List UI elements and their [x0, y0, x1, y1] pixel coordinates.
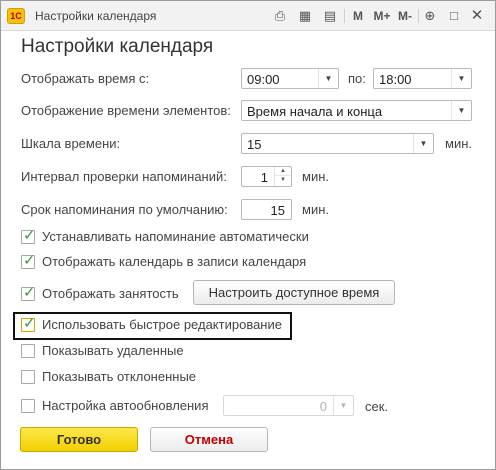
check-icon: ✓ — [23, 284, 36, 301]
page-title: Настройки календаря — [21, 36, 214, 57]
element-time-label: Отображение времени элементов: — [21, 103, 231, 118]
checkbox[interactable] — [21, 399, 35, 413]
checkbox[interactable]: ✓ — [21, 284, 36, 301]
print-icon[interactable]: ⎙ — [271, 7, 289, 25]
time-to-label: по: — [348, 71, 366, 86]
checkbox[interactable]: ✓ — [21, 227, 36, 244]
configure-available-time-button[interactable]: Настроить доступное время — [193, 280, 395, 305]
reminder-interval-stepper[interactable]: 1 ▲ ▼ — [241, 166, 292, 187]
ok-button[interactable]: Готово — [20, 427, 138, 452]
chevron-down-icon[interactable]: ▼ — [333, 396, 353, 415]
time-scale-unit: мин. — [445, 136, 472, 151]
check-icon: ✓ — [23, 227, 36, 244]
memory-plus-button[interactable]: M+ — [371, 7, 393, 25]
memory-minus-button[interactable]: M- — [395, 7, 415, 25]
cancel-button[interactable]: Отмена — [150, 427, 268, 452]
table-icon[interactable]: ▦ — [296, 7, 314, 25]
check-icon: ✓ — [23, 252, 36, 269]
checkbox-label: Показывать отклоненные — [42, 369, 197, 384]
check-icon: ✓ — [23, 315, 36, 332]
reminder-default-label: Срок напоминания по умолчанию: — [21, 202, 228, 217]
chevron-down-icon[interactable]: ▼ — [451, 101, 471, 120]
reminder-default-field[interactable]: 15 — [241, 199, 292, 220]
show-time-label: Отображать время с: — [21, 71, 150, 86]
time-to-select[interactable]: 18:00 ▼ — [373, 68, 472, 89]
maximize-icon[interactable]: □ — [445, 7, 463, 25]
time-scale-label: Шкала времени: — [21, 136, 121, 151]
zoom-icon[interactable]: ⊕ — [421, 7, 439, 25]
element-time-value: Время начала и конца — [247, 104, 383, 119]
app-logo-icon: 1С — [7, 8, 25, 24]
reminder-interval-label: Интервал проверки напоминаний: — [21, 169, 227, 184]
time-to-value: 18:00 — [379, 72, 412, 87]
spin-control[interactable]: ▲ ▼ — [274, 167, 291, 186]
checkbox[interactable] — [21, 344, 35, 358]
reminder-default-value: 15 — [270, 203, 285, 218]
spin-up-icon[interactable]: ▲ — [275, 167, 291, 176]
auto-update-interval-select[interactable]: 0 ▼ — [223, 395, 354, 416]
checkbox-label: Отображать календарь в записи календаря — [42, 254, 307, 269]
time-scale-value: 15 — [247, 137, 262, 152]
title-bar: 1С Настройки календаря ⎙ ▦ ▤ M M+ M- ⊕ □… — [1, 1, 495, 31]
reminder-interval-unit: мин. — [302, 169, 329, 184]
toolbar-divider — [344, 9, 345, 23]
element-time-select[interactable]: Время начала и конца ▼ — [241, 100, 472, 121]
memory-button[interactable]: M — [349, 7, 367, 25]
settings-window: 1С Настройки календаря ⎙ ▦ ▤ M M+ M- ⊕ □… — [0, 0, 496, 470]
checkbox-label: Использовать быстрое редактирование — [42, 317, 282, 332]
window-title: Настройки календаря — [35, 9, 157, 23]
checkbox[interactable]: ✓ — [21, 252, 36, 269]
checkbox-label: Настройка автообновления — [42, 398, 209, 413]
reminder-default-unit: мин. — [302, 202, 329, 217]
chevron-down-icon[interactable]: ▼ — [451, 69, 471, 88]
calendar-icon[interactable]: ▤ — [321, 7, 339, 25]
auto-update-value: 0 — [319, 399, 327, 414]
checkbox[interactable]: ✓ — [21, 315, 36, 332]
time-from-value: 09:00 — [247, 72, 280, 87]
chevron-down-icon[interactable]: ▼ — [318, 69, 338, 88]
checkbox-label: Отображать занятость — [42, 286, 179, 301]
close-icon[interactable]: ✕ — [468, 7, 486, 25]
checkbox-label: Показывать удаленные — [42, 343, 184, 358]
reminder-interval-value: 1 — [260, 170, 268, 185]
spin-down-icon[interactable]: ▼ — [275, 176, 291, 185]
time-scale-select[interactable]: 15 ▼ — [241, 133, 434, 154]
chevron-down-icon[interactable]: ▼ — [413, 134, 433, 153]
time-from-select[interactable]: 09:00 ▼ — [241, 68, 339, 89]
checkbox-label: Устанавливать напоминание автоматически — [42, 229, 309, 244]
checkbox[interactable] — [21, 370, 35, 384]
auto-update-unit: сек. — [365, 399, 389, 414]
toolbar-divider — [418, 9, 419, 23]
